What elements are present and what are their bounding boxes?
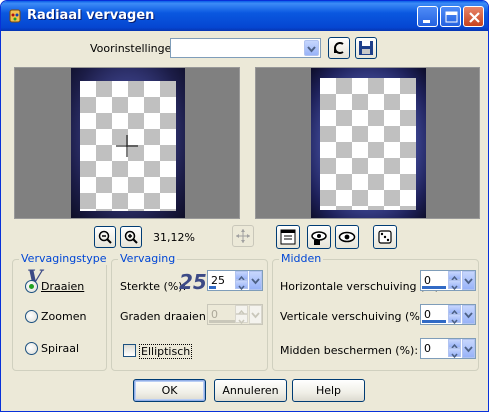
h-offset-input[interactable]: 0 bbox=[420, 270, 476, 291]
eye-icon bbox=[338, 231, 356, 243]
v-offset-label: Verticale verschuiving (%): bbox=[280, 310, 428, 323]
save-preset-button[interactable] bbox=[355, 37, 377, 59]
zoom-in-button[interactable] bbox=[120, 226, 142, 248]
v-offset-input[interactable]: 0 bbox=[420, 304, 476, 325]
strength-level-bar bbox=[209, 286, 216, 289]
maximize-button[interactable] bbox=[440, 6, 461, 27]
radio-zoomen[interactable] bbox=[25, 310, 38, 323]
v-offset-dropdown-button[interactable] bbox=[462, 305, 475, 324]
spin-up-icon[interactable] bbox=[448, 271, 461, 281]
minimize-button[interactable] bbox=[417, 6, 438, 27]
result-preview bbox=[255, 67, 480, 219]
protect-value: 0 bbox=[424, 342, 431, 355]
proof-button[interactable] bbox=[276, 225, 300, 249]
zoom-in-icon bbox=[124, 230, 138, 244]
auto-proof-button[interactable] bbox=[307, 225, 331, 249]
eye-button[interactable] bbox=[335, 225, 359, 249]
randomize-button[interactable] bbox=[373, 225, 397, 249]
radio-draaien[interactable] bbox=[25, 280, 38, 293]
presets-label: Voorinstellingen: bbox=[90, 42, 183, 55]
radio-draaien-label[interactable]: Draaien bbox=[41, 280, 84, 293]
rotate-input[interactable]: 0 bbox=[207, 304, 263, 325]
rotate-level-bar bbox=[209, 320, 236, 323]
h-offset-spinner[interactable] bbox=[448, 271, 461, 291]
radial-blur-dialog: Radiaal vervagen Voorinstellingen: 31,12… bbox=[0, 0, 489, 412]
floppy-disk-icon bbox=[359, 41, 373, 55]
spin-down-icon[interactable] bbox=[448, 280, 461, 291]
radio-spiraal[interactable] bbox=[25, 342, 38, 355]
elliptical-label[interactable]: Elliptisch bbox=[139, 344, 193, 359]
zoom-out-icon bbox=[98, 230, 112, 244]
protect-label: Midden beschermen (%): bbox=[280, 344, 419, 357]
radio-spiraal-label[interactable]: Spiraal bbox=[41, 342, 79, 355]
h-offset-label: Horizontale verschuiving (%): bbox=[280, 280, 443, 293]
reset-preset-button[interactable] bbox=[328, 37, 350, 59]
spin-up-icon[interactable] bbox=[235, 305, 248, 315]
blur-type-title: Vervagingstype bbox=[19, 252, 109, 265]
chevron-down-icon[interactable] bbox=[304, 40, 319, 56]
v-offset-level-bar bbox=[422, 320, 446, 323]
spin-up-icon[interactable] bbox=[235, 271, 248, 281]
spin-down-icon[interactable] bbox=[448, 314, 461, 325]
rotate-dropdown-button[interactable] bbox=[249, 305, 262, 324]
spin-down-icon[interactable] bbox=[235, 280, 248, 291]
strength-input[interactable]: 25 bbox=[207, 270, 263, 291]
undo-arrow-icon bbox=[334, 42, 344, 54]
rotate-spinner[interactable] bbox=[235, 305, 248, 325]
presets-dropdown[interactable] bbox=[170, 38, 321, 58]
h-offset-level-bar bbox=[422, 286, 446, 289]
zoom-out-button[interactable] bbox=[94, 226, 116, 248]
protect-dropdown-button[interactable] bbox=[462, 339, 475, 358]
window-title: Radiaal vervagen bbox=[27, 8, 155, 23]
v-offset-spinner[interactable] bbox=[448, 305, 461, 325]
app-icon bbox=[9, 9, 21, 23]
spin-down-icon[interactable] bbox=[448, 348, 461, 359]
rotate-label: Graden draaien: bbox=[120, 310, 210, 323]
close-button[interactable] bbox=[463, 6, 484, 27]
preview-window-icon bbox=[280, 229, 296, 245]
eye-lock-icon bbox=[311, 231, 327, 245]
protect-spinner[interactable] bbox=[448, 339, 461, 359]
h-offset-dropdown-button[interactable] bbox=[462, 271, 475, 290]
title-bar[interactable]: Radiaal vervagen bbox=[1, 1, 488, 31]
spin-down-icon[interactable] bbox=[235, 314, 248, 325]
cancel-button[interactable]: Annuleren bbox=[214, 379, 287, 402]
original-preview[interactable] bbox=[14, 67, 240, 219]
strength-dropdown-button[interactable] bbox=[249, 271, 262, 290]
spin-up-icon[interactable] bbox=[448, 339, 461, 349]
pan-button[interactable] bbox=[232, 225, 254, 247]
protect-input[interactable]: 0 bbox=[420, 338, 476, 359]
dice-icon bbox=[378, 230, 392, 244]
elliptical-checkbox[interactable] bbox=[123, 344, 136, 357]
zoom-level: 31,12% bbox=[153, 231, 195, 244]
spin-up-icon[interactable] bbox=[448, 305, 461, 315]
ok-button[interactable]: OK bbox=[133, 379, 206, 402]
move-arrows-icon bbox=[236, 229, 250, 243]
center-title: Midden bbox=[279, 252, 324, 265]
radio-zoomen-label[interactable]: Zoomen bbox=[41, 310, 86, 323]
crosshair-icon[interactable] bbox=[116, 135, 138, 157]
blur-title: Vervaging bbox=[118, 252, 178, 265]
help-button[interactable]: Help bbox=[292, 379, 365, 402]
strength-label: Sterkte (%): bbox=[120, 280, 187, 293]
result-transparency-area bbox=[320, 78, 416, 210]
strength-big-value: 25 bbox=[179, 270, 207, 294]
strength-spinner[interactable] bbox=[235, 271, 248, 291]
